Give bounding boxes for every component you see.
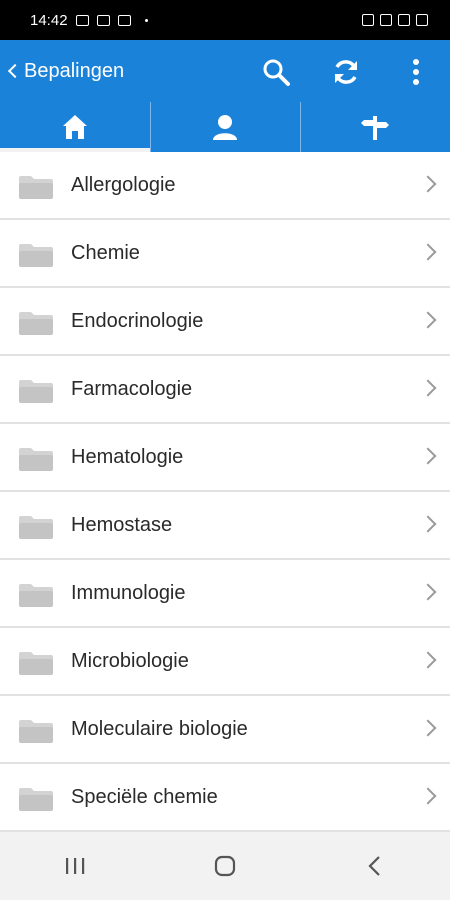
status-right	[362, 14, 428, 26]
chevron-right-icon	[419, 447, 437, 465]
list-item[interactable]: Immunologie	[0, 560, 450, 628]
app-bar: Bepalingen	[0, 40, 450, 102]
chevron-right-icon	[419, 651, 437, 669]
refresh-button[interactable]	[326, 52, 366, 92]
back-nav-button[interactable]	[345, 841, 405, 891]
folder-icon	[19, 720, 53, 743]
more-options-button[interactable]	[396, 52, 436, 92]
folder-icon	[19, 584, 53, 607]
tab-bar	[0, 102, 450, 152]
list-item[interactable]: Allergologie	[0, 152, 450, 220]
home-icon	[63, 115, 87, 139]
chevron-right-icon	[419, 379, 437, 397]
download-notification-icon	[117, 14, 131, 26]
search-icon	[263, 59, 290, 86]
search-button[interactable]	[256, 52, 296, 92]
folder-icon	[19, 516, 53, 539]
list-item-label: Farmacologie	[71, 377, 193, 400]
chevron-right-icon	[419, 311, 437, 329]
chevron-right-icon	[419, 175, 437, 193]
list-item[interactable]: Microbiologie	[0, 628, 450, 696]
chevron-right-icon	[419, 515, 437, 533]
photo-notification-icon	[96, 14, 110, 26]
back-arrow-icon	[368, 856, 380, 876]
folder-icon	[19, 176, 53, 199]
battery-icon	[416, 14, 428, 26]
list-item-label: Speciële chemie	[71, 785, 218, 808]
list-item-label: Microbiologie	[71, 649, 189, 672]
list-item-label: Immunologie	[71, 581, 186, 604]
list-item-label: Endocrinologie	[71, 309, 204, 332]
list-item[interactable]: Hemostase	[0, 492, 450, 560]
chevron-right-icon	[419, 583, 437, 601]
folder-icon	[19, 312, 53, 335]
category-list: Allergologie Chemie Endocrinologie Farma…	[0, 152, 450, 832]
chevron-right-icon	[419, 719, 437, 737]
list-item[interactable]: Hematologie	[0, 424, 450, 492]
list-item-label: Chemie	[71, 241, 140, 264]
status-left: 14:42	[30, 12, 148, 29]
folder-icon	[19, 380, 53, 403]
signpost-icon	[361, 116, 389, 140]
list-item-label: Moleculaire biologie	[71, 717, 248, 740]
tab-home[interactable]	[0, 102, 150, 152]
list-item-label: Hematologie	[71, 445, 184, 468]
more-notifications-icon	[144, 18, 148, 22]
home-nav-button[interactable]	[195, 841, 255, 891]
folder-icon	[19, 788, 53, 811]
list-item[interactable]: Speciële chemie	[0, 764, 450, 832]
folder-icon	[19, 244, 53, 267]
back-button[interactable]: Bepalingen	[4, 40, 124, 102]
wifi-icon	[380, 14, 392, 26]
list-item-label: Allergologie	[71, 173, 176, 196]
refresh-icon	[335, 60, 357, 84]
chevron-right-icon	[419, 787, 437, 805]
list-item-label: Hemostase	[71, 513, 173, 536]
folder-icon	[19, 448, 53, 471]
system-nav-bar	[0, 832, 450, 900]
recent-apps-icon	[66, 858, 85, 874]
mute-icon	[362, 14, 374, 26]
status-bar: 14:42	[0, 0, 450, 40]
more-vertical-icon	[413, 59, 419, 85]
tab-guide[interactable]	[300, 102, 450, 152]
list-item[interactable]: Chemie	[0, 220, 450, 288]
chevron-right-icon	[419, 243, 437, 261]
page-title: Bepalingen	[24, 59, 125, 82]
list-item[interactable]: Endocrinologie	[0, 288, 450, 356]
person-icon	[213, 115, 237, 140]
list-item[interactable]: Moleculaire biologie	[0, 696, 450, 764]
tab-profile[interactable]	[150, 102, 300, 152]
gallery-notification-icon	[75, 14, 89, 26]
folder-icon	[19, 652, 53, 675]
signal-icon	[398, 14, 410, 26]
list-item[interactable]: Farmacologie	[0, 356, 450, 424]
chevron-left-icon	[7, 63, 23, 79]
recent-apps-button[interactable]	[45, 841, 105, 891]
home-circle-icon	[214, 855, 236, 877]
status-time: 14:42	[30, 11, 68, 29]
